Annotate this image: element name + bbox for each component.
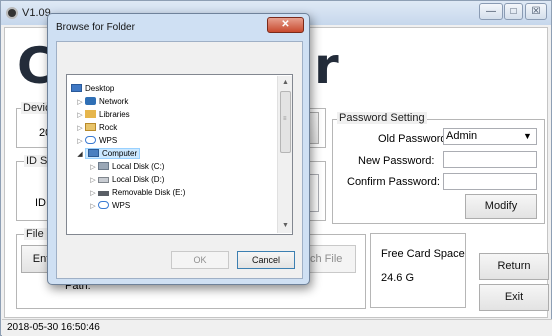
maximize-button[interactable]: □	[504, 3, 523, 20]
system-drive-icon	[98, 162, 109, 170]
tree-item-local-disk-d[interactable]: ▷ Local Disk (D:)	[71, 173, 271, 186]
old-password-value: Admin	[446, 130, 478, 142]
password-group-label: Password Setting	[337, 112, 427, 124]
old-password-select[interactable]: Admin ▼	[443, 128, 537, 145]
old-password-label: Old Password	[378, 133, 447, 145]
cloud-icon	[98, 201, 109, 209]
cloud-icon	[85, 136, 96, 144]
dialog-title: Browse for Folder	[56, 22, 135, 33]
id-field-label: ID	[35, 197, 46, 209]
removable-drive-icon	[98, 191, 109, 196]
status-bar: 2018-05-30 16:50:46	[2, 319, 552, 336]
new-password-label: New Password:	[358, 155, 435, 167]
tree-item-desktop[interactable]: Desktop	[71, 82, 271, 95]
collapse-icon[interactable]: ◢	[75, 148, 85, 161]
tree-item-wps-2[interactable]: ▷ WPS	[71, 199, 271, 212]
browse-folder-dialog: Browse for Folder ✕ Desktop ▷ Network ▷ Li…	[47, 13, 310, 285]
confirm-password-field[interactable]	[443, 173, 537, 190]
card-space-label: Free Card Space	[381, 248, 465, 260]
libraries-icon	[85, 110, 96, 118]
app-icon	[6, 7, 18, 19]
dialog-close-button[interactable]: ✕	[267, 17, 304, 33]
scroll-up-icon[interactable]: ▲	[278, 76, 293, 89]
exit-button[interactable]: Exit	[479, 284, 549, 311]
tree-item-wps[interactable]: ▷ WPS	[71, 134, 271, 147]
confirm-password-label: Confirm Password:	[347, 176, 440, 188]
new-password-field[interactable]	[443, 151, 537, 168]
chevron-down-icon[interactable]: ▼	[520, 129, 535, 144]
minimize-button[interactable]: —	[479, 3, 503, 20]
cancel-button[interactable]: Cancel	[237, 251, 295, 269]
network-icon	[85, 97, 96, 105]
tree-item-local-disk-c[interactable]: ▷ Local Disk (C:)	[71, 160, 271, 173]
card-space-value: 24.6 G	[381, 272, 415, 284]
id-group-label: ID S	[24, 155, 50, 167]
scroll-down-icon[interactable]: ▼	[278, 219, 293, 232]
close-icon: ✕	[281, 19, 290, 30]
tree-scrollbar[interactable]: ▲ ≡ ▼	[277, 76, 292, 233]
app-title-right: r	[314, 37, 339, 95]
desktop-icon	[71, 84, 82, 92]
user-folder-icon	[85, 123, 96, 131]
folder-tree[interactable]: Desktop ▷ Network ▷ Libraries ▷ Rock ▷ WPS ◢…	[66, 74, 293, 235]
card-space-group	[370, 233, 466, 308]
grip-icon: ≡	[283, 116, 287, 122]
ok-button[interactable]: OK	[171, 251, 229, 269]
computer-icon	[88, 149, 99, 157]
dialog-body: Desktop ▷ Network ▷ Libraries ▷ Rock ▷ WPS ◢…	[56, 41, 303, 279]
tree-item-rock[interactable]: ▷ Rock	[71, 121, 271, 134]
tree-item-computer[interactable]: ◢ Computer	[71, 147, 271, 160]
expand-icon[interactable]: ▷	[88, 200, 98, 213]
tree-item-libraries[interactable]: ▷ Libraries	[71, 108, 271, 121]
return-button[interactable]: Return	[479, 253, 549, 280]
drive-icon	[98, 177, 109, 183]
modify-button[interactable]: Modify	[465, 194, 537, 219]
status-timestamp: 2018-05-30 16:50:46	[7, 322, 100, 333]
tree-item-network[interactable]: ▷ Network	[71, 95, 271, 108]
close-button[interactable]: ☒	[525, 3, 547, 20]
scroll-thumb[interactable]: ≡	[280, 91, 291, 153]
tree-items: Desktop ▷ Network ▷ Libraries ▷ Rock ▷ WPS ◢…	[71, 82, 271, 212]
tree-item-removable-disk-e[interactable]: ▷ Removable Disk (E:)	[71, 186, 271, 199]
